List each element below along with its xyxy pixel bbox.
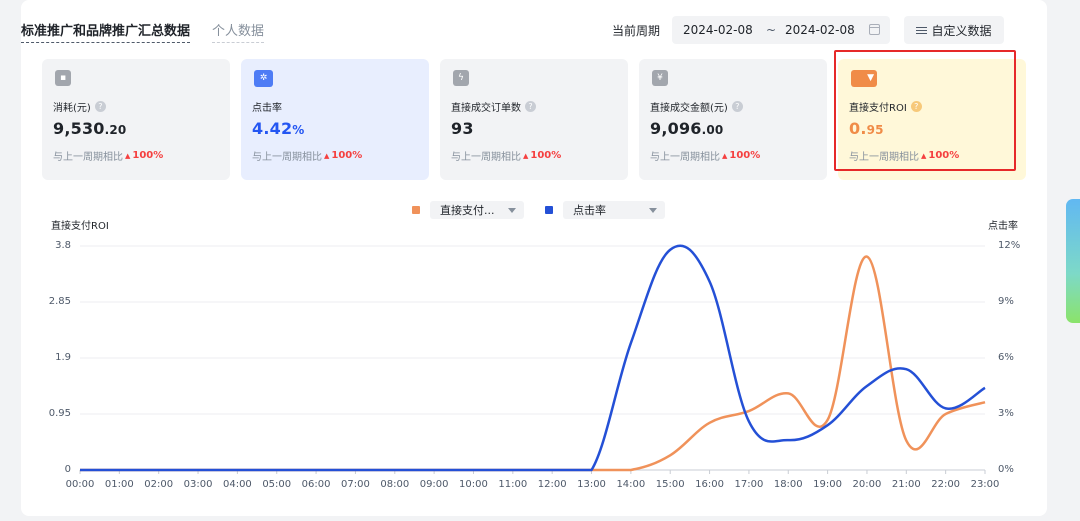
side-drawer-handle[interactable] bbox=[1066, 199, 1080, 323]
series-line-roi bbox=[80, 255, 986, 472]
trend-chart bbox=[79, 244, 986, 474]
